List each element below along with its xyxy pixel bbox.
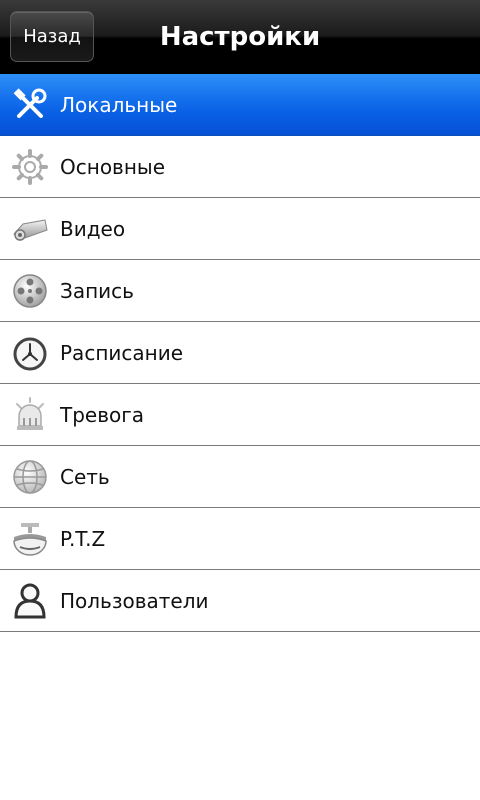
- menu-item-label: P.T.Z: [60, 526, 106, 551]
- menu-item-label: Сеть: [60, 464, 110, 489]
- film-reel-icon: [10, 271, 50, 311]
- ptz-camera-icon: [10, 519, 50, 559]
- menu-item-label: Видео: [60, 216, 126, 241]
- menu-item-general[interactable]: Основные: [0, 136, 480, 198]
- menu-item-label: Запись: [60, 278, 134, 303]
- menu-item-users[interactable]: Пользователи: [0, 570, 480, 632]
- menu-item-alarm[interactable]: Тревога: [0, 384, 480, 446]
- clock-icon: [10, 333, 50, 373]
- alarm-icon: [10, 395, 50, 435]
- settings-list: Локальные Основные Видео Запись Расписан…: [0, 74, 480, 632]
- menu-item-label: Локальные: [60, 92, 178, 117]
- globe-icon: [10, 457, 50, 497]
- menu-item-schedule[interactable]: Расписание: [0, 322, 480, 384]
- menu-item-label: Основные: [60, 154, 166, 179]
- user-icon: [10, 581, 50, 621]
- menu-item-network[interactable]: Сеть: [0, 446, 480, 508]
- gear-icon: [10, 147, 50, 187]
- menu-item-label: Пользователи: [60, 588, 209, 613]
- top-bar: Назад Настройки: [0, 0, 480, 74]
- back-button[interactable]: Назад: [10, 11, 94, 62]
- camera-icon: [10, 209, 50, 249]
- menu-item-label: Расписание: [60, 340, 184, 365]
- menu-item-record[interactable]: Запись: [0, 260, 480, 322]
- menu-item-ptz[interactable]: P.T.Z: [0, 508, 480, 570]
- menu-item-video[interactable]: Видео: [0, 198, 480, 260]
- tools-icon: [10, 85, 50, 125]
- menu-item-local[interactable]: Локальные: [0, 74, 480, 136]
- menu-item-label: Тревога: [60, 402, 145, 427]
